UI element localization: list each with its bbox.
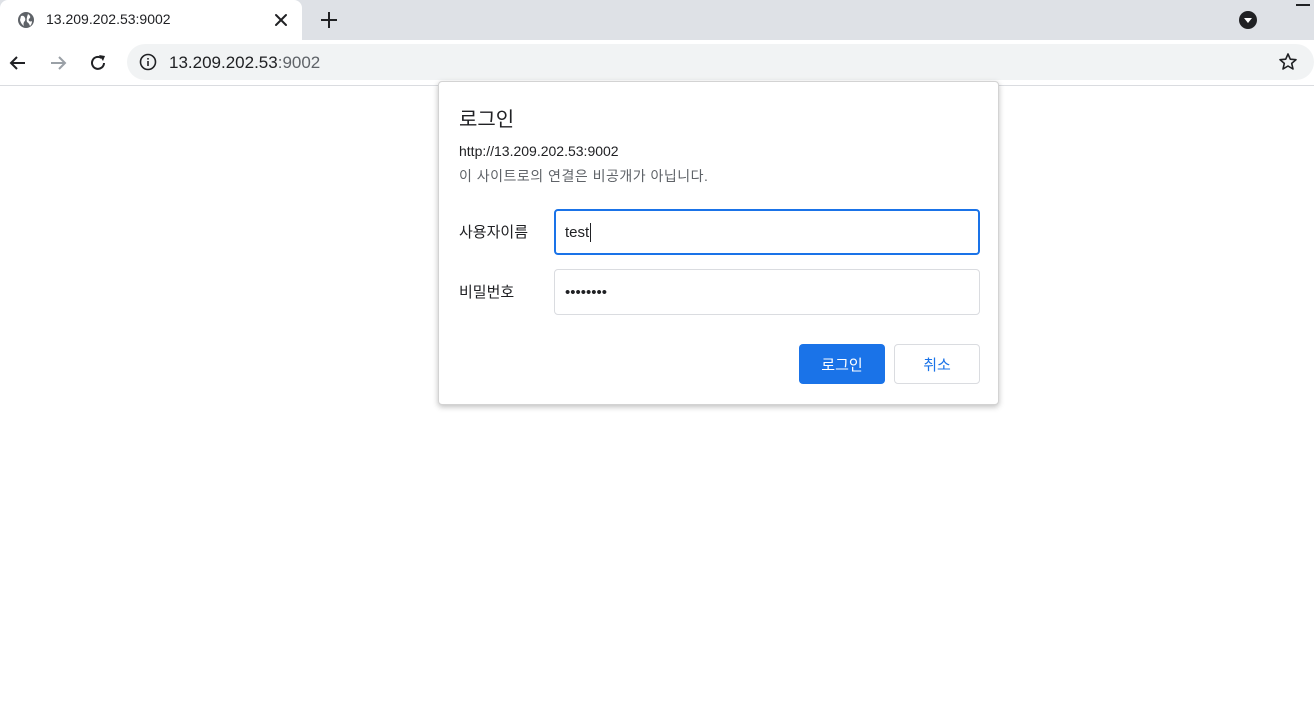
url-host: 13.209.202.53 [169,53,278,72]
tab-search-dropdown-icon[interactable] [1236,8,1260,32]
close-icon[interactable] [270,9,292,31]
new-tab-plus-icon[interactable] [316,7,342,33]
dialog-warning: 이 사이트로의 연결은 비공개가 아닙니다. [459,168,709,184]
dialog-origin: http://13.209.202.53:9002 [459,143,619,159]
cancel-button[interactable]: 취소 [894,344,980,384]
arrow-right-icon[interactable] [43,48,73,78]
password-field[interactable] [554,269,980,315]
arrow-left-icon[interactable] [3,48,33,78]
username-field[interactable] [554,209,980,255]
tab-title: 13.209.202.53:9002 [46,11,171,27]
login-button[interactable]: 로그인 [799,344,885,384]
address-bar[interactable]: 13.209.202.53:9002 [127,44,1314,80]
text-caret [590,223,591,242]
password-label: 비밀번호 [459,284,515,301]
auth-dialog: 로그인 http://13.209.202.53:9002 이 사이트로의 연결… [438,81,999,405]
url-port: :9002 [277,53,321,72]
info-icon[interactable] [138,52,158,72]
username-label: 사용자이름 [459,224,529,241]
browser-tab[interactable]: 13.209.202.53:9002 [0,0,302,40]
browser-toolbar: 13.209.202.53:9002 [0,40,1314,86]
window-minimize-icon[interactable] [1296,4,1310,6]
globe-icon [16,10,36,30]
star-icon[interactable] [1275,49,1301,75]
dialog-title: 로그인 [459,109,515,131]
tab-strip: 13.209.202.53:9002 [0,0,1314,40]
url-text[interactable]: 13.209.202.53:9002 [169,53,320,73]
reload-icon[interactable] [83,48,113,78]
